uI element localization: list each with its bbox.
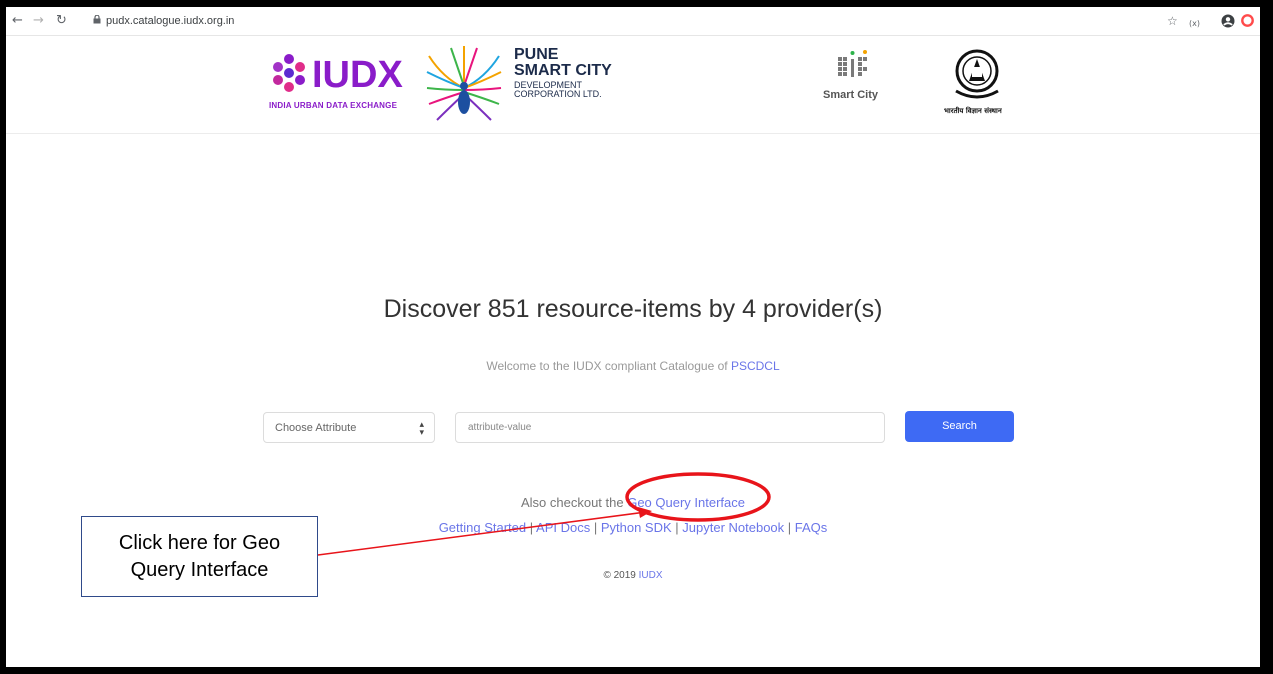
callout-line2: Query Interface bbox=[130, 559, 269, 581]
select-arrows-icon: ▴ ▾ bbox=[419, 419, 424, 437]
address-bar[interactable]: pudx.catalogue.iudx.org.in bbox=[106, 14, 234, 28]
attribute-select[interactable]: Choose Attribute ▴ ▾ bbox=[263, 412, 435, 443]
opera-icon[interactable] bbox=[1241, 14, 1254, 27]
back-icon[interactable]: ← bbox=[12, 12, 23, 30]
iisc-emblem-icon bbox=[955, 49, 999, 99]
browser-toolbar: ← → ↻ pudx.catalogue.iudx.org.in ☆ (x) bbox=[6, 7, 1260, 36]
smart-city-text: Smart City bbox=[823, 89, 879, 101]
annotation-callout: Click here for Geo Query Interface bbox=[81, 516, 318, 597]
iudx-tagline: INDIA URBAN DATA EXCHANGE bbox=[269, 101, 398, 110]
geo-query-link[interactable]: Geo Query Interface bbox=[627, 495, 745, 510]
iudx-footer-link[interactable]: IUDX bbox=[639, 570, 663, 581]
pscdcl-link[interactable]: PSCDCL bbox=[731, 359, 780, 373]
jupyter-notebook-link[interactable]: Jupyter Notebook bbox=[682, 520, 784, 535]
logo-header: IUDX INDIA URBAN DATA EXCHANGE PUNE SMAR… bbox=[6, 35, 1260, 134]
attribute-select-label: Choose Attribute bbox=[275, 422, 357, 434]
browser-window: ← → ↻ pudx.catalogue.iudx.org.in ☆ (x) I… bbox=[6, 7, 1260, 667]
profile-icon[interactable] bbox=[1221, 14, 1235, 28]
pune-line4: CORPORATION LTD. bbox=[514, 89, 602, 99]
faqs-link[interactable]: FAQs bbox=[795, 520, 828, 535]
pune-line2: SMART CITY bbox=[514, 62, 612, 79]
search-button[interactable]: Search bbox=[905, 411, 1014, 442]
star-icon[interactable]: ☆ bbox=[1167, 12, 1178, 30]
iisc-caption: भारतीय विज्ञान संस्थान bbox=[944, 107, 1002, 115]
lock-icon bbox=[93, 15, 101, 24]
pune-line1: PUNE bbox=[514, 46, 559, 63]
also-prefix: Also checkout the bbox=[520, 495, 628, 510]
forward-icon[interactable]: → bbox=[33, 12, 44, 30]
extension-indicator[interactable]: (x) bbox=[1189, 15, 1200, 33]
python-sdk-link[interactable]: Python SDK bbox=[601, 520, 672, 535]
also-checkout: Also checkout the Geo Query Interface bbox=[6, 495, 1260, 510]
attribute-value-placeholder: attribute-value bbox=[468, 422, 532, 433]
pune-peacock-icon bbox=[426, 46, 502, 121]
page-title: Discover 851 resource-items by 4 provide… bbox=[383, 295, 883, 323]
attribute-value-input[interactable]: attribute-value bbox=[455, 412, 885, 443]
iudx-hex-icon bbox=[273, 54, 305, 92]
getting-started-link[interactable]: Getting Started bbox=[439, 520, 526, 535]
copyright-prefix: © 2019 bbox=[603, 570, 639, 581]
welcome-text: Welcome to the IUDX compliant Catalogue … bbox=[6, 359, 1260, 373]
smart-city-icon bbox=[838, 50, 867, 77]
reload-icon[interactable]: ↻ bbox=[56, 12, 67, 30]
api-docs-link[interactable]: API Docs bbox=[536, 520, 590, 535]
welcome-prefix: Welcome to the IUDX compliant Catalogue … bbox=[486, 359, 731, 373]
iudx-logo-text: IUDX bbox=[312, 54, 403, 96]
callout-line1: Click here for Geo bbox=[118, 532, 281, 554]
